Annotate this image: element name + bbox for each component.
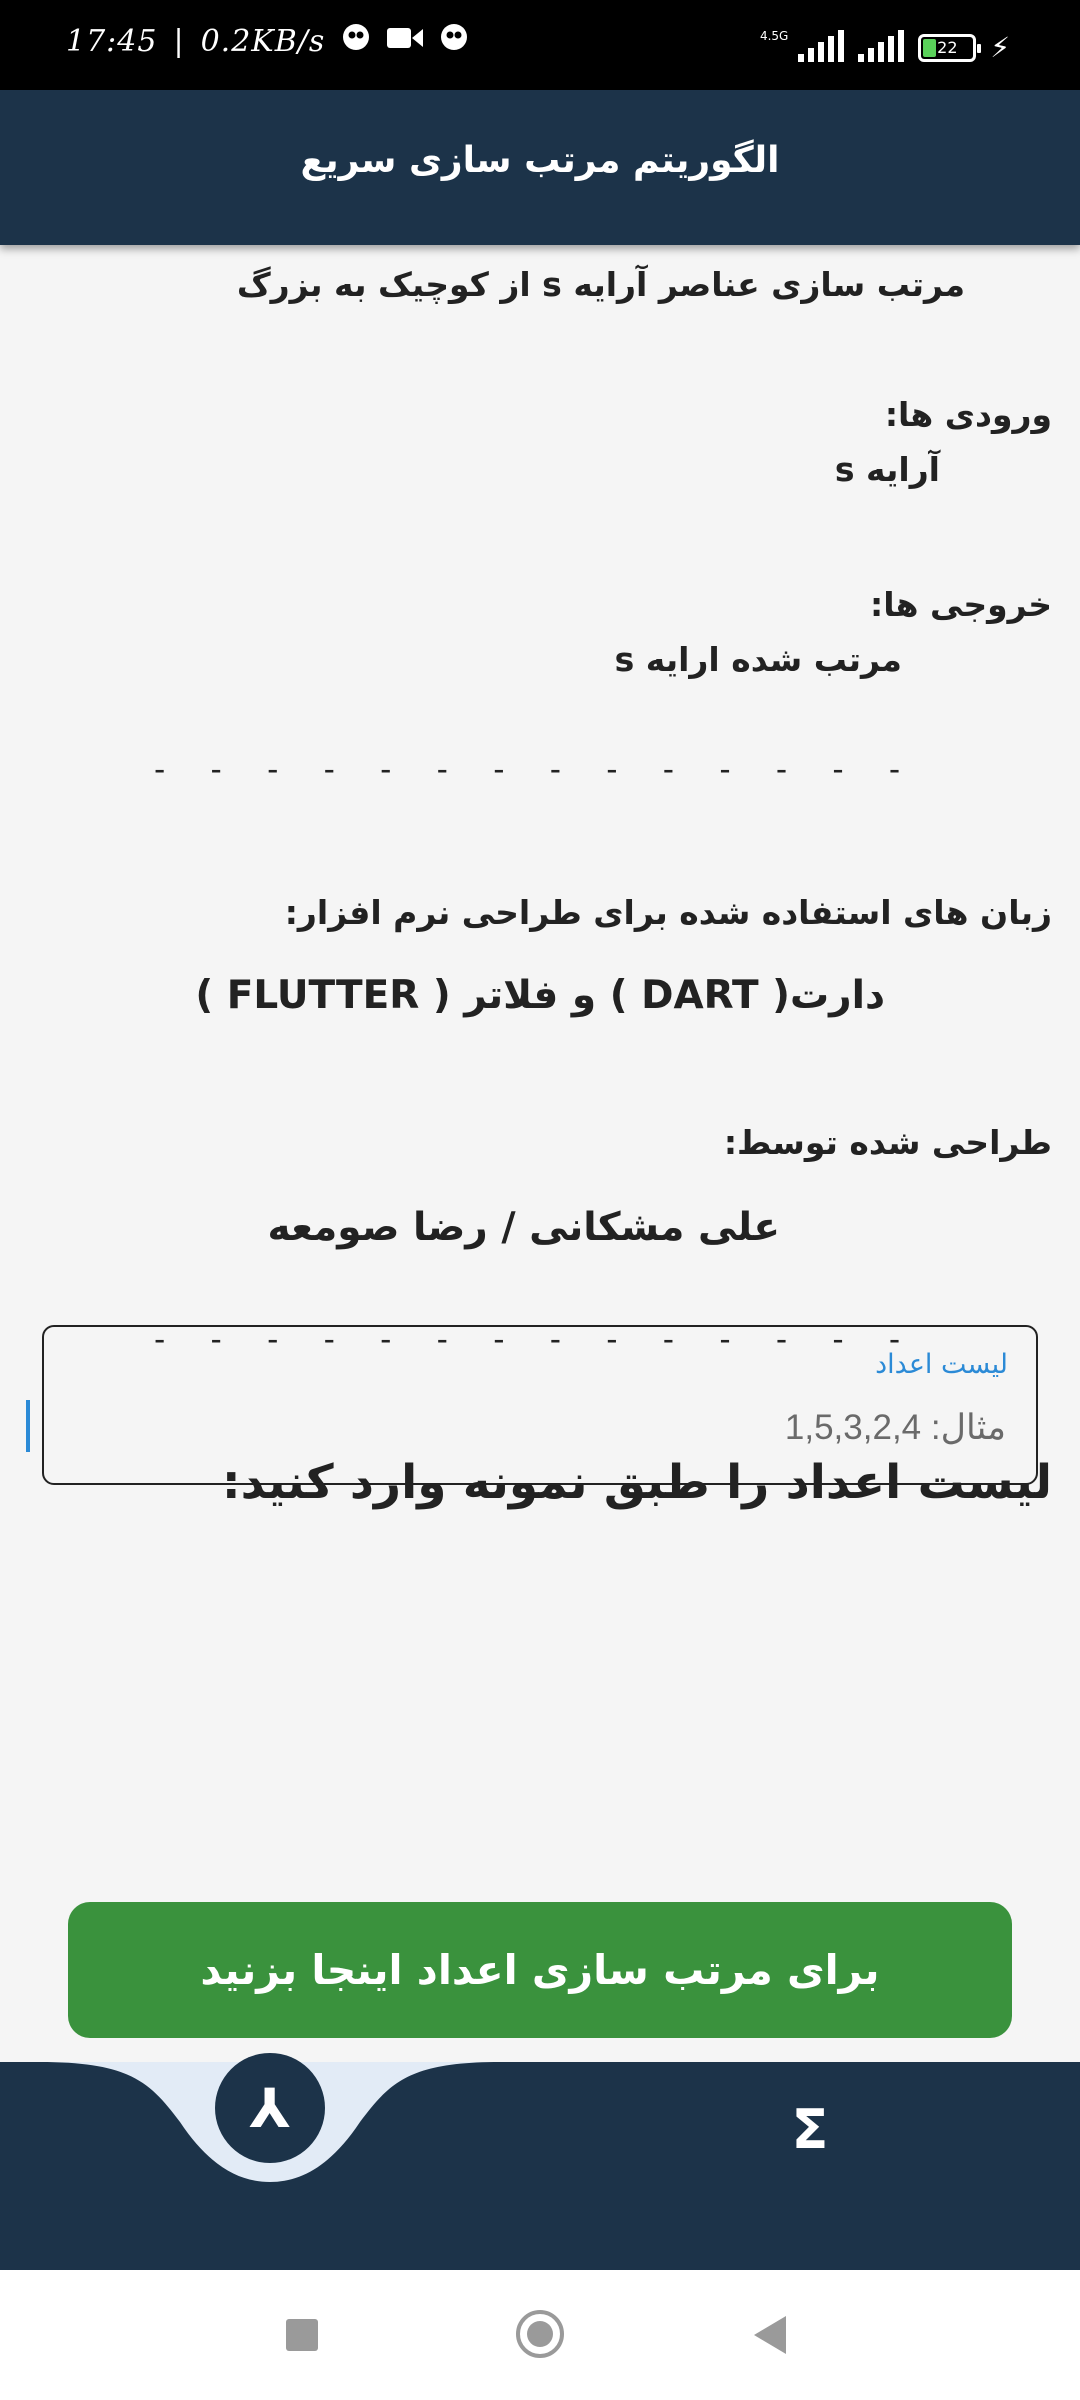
page-title: الگوریتم مرتب سازی سریع [300,140,780,181]
network-type: 4.5G [759,29,789,43]
outputs-heading: خروجی ها: [870,585,1052,624]
status-speed: 0.2KB/s [200,23,326,59]
text-caret [26,1400,30,1452]
languages-value: دارت( DART ) و فلاتر ( FLUTTER ) [195,973,885,1018]
designers-value: علی مشکانی / رضا صومعه [267,1205,780,1250]
status-bar: 17:45 | 0.2KB/s 4.5G 22 ⚡ [0,0,1080,90]
battery-level: 22 [937,38,958,57]
divider: - - - - - - - - - - - - - - - - - - - - … [150,750,940,788]
inputs-value: آرایه s [834,450,940,489]
sort-button[interactable]: برای مرتب سازی اعداد اینجا بزنید [68,1902,1012,2038]
number-list-input[interactable] [70,1399,1008,1457]
merge-icon[interactable]: ⅄ [215,2053,325,2163]
status-left: 17:45 | 0.2KB/s [66,22,469,60]
battery-icon: 22 [918,34,982,62]
number-list-label: لیست اعداد [875,1349,1008,1380]
chat-bubble-icon [341,22,371,60]
app-bar: الگوریتم مرتب سازی سریع [0,90,1080,245]
outputs-value: مرتب شده ارایه s [614,640,902,679]
signal-icon [798,30,845,62]
algorithm-description: مرتب سازی عناصر آرایه s از کوچیک به بزرگ [236,265,965,304]
back-icon[interactable] [754,2316,786,2354]
inputs-heading: ورودی ها: [884,395,1052,434]
number-list-field[interactable]: لیست اعداد [42,1325,1038,1485]
status-right: 4.5G 22 ⚡ [760,30,1010,62]
sigma-icon[interactable]: Σ [780,2095,840,2165]
status-time: 17:45 [66,23,158,59]
bottom-nav-background [0,2062,1080,2270]
video-camera-icon [387,24,424,59]
chat-bubble-icon [439,22,469,60]
languages-heading: زبان های استفاده شده برای طراحی نرم افزا… [284,893,1052,932]
home-icon[interactable] [516,2310,564,2358]
status-separator: | [173,23,185,59]
charging-bolt-icon: ⚡ [990,31,1010,64]
recent-apps-icon[interactable] [286,2319,318,2351]
signal-icon [858,30,905,62]
designers-heading: طراحی شده توسط: [723,1123,1052,1162]
bottom-nav [0,2062,1080,2270]
